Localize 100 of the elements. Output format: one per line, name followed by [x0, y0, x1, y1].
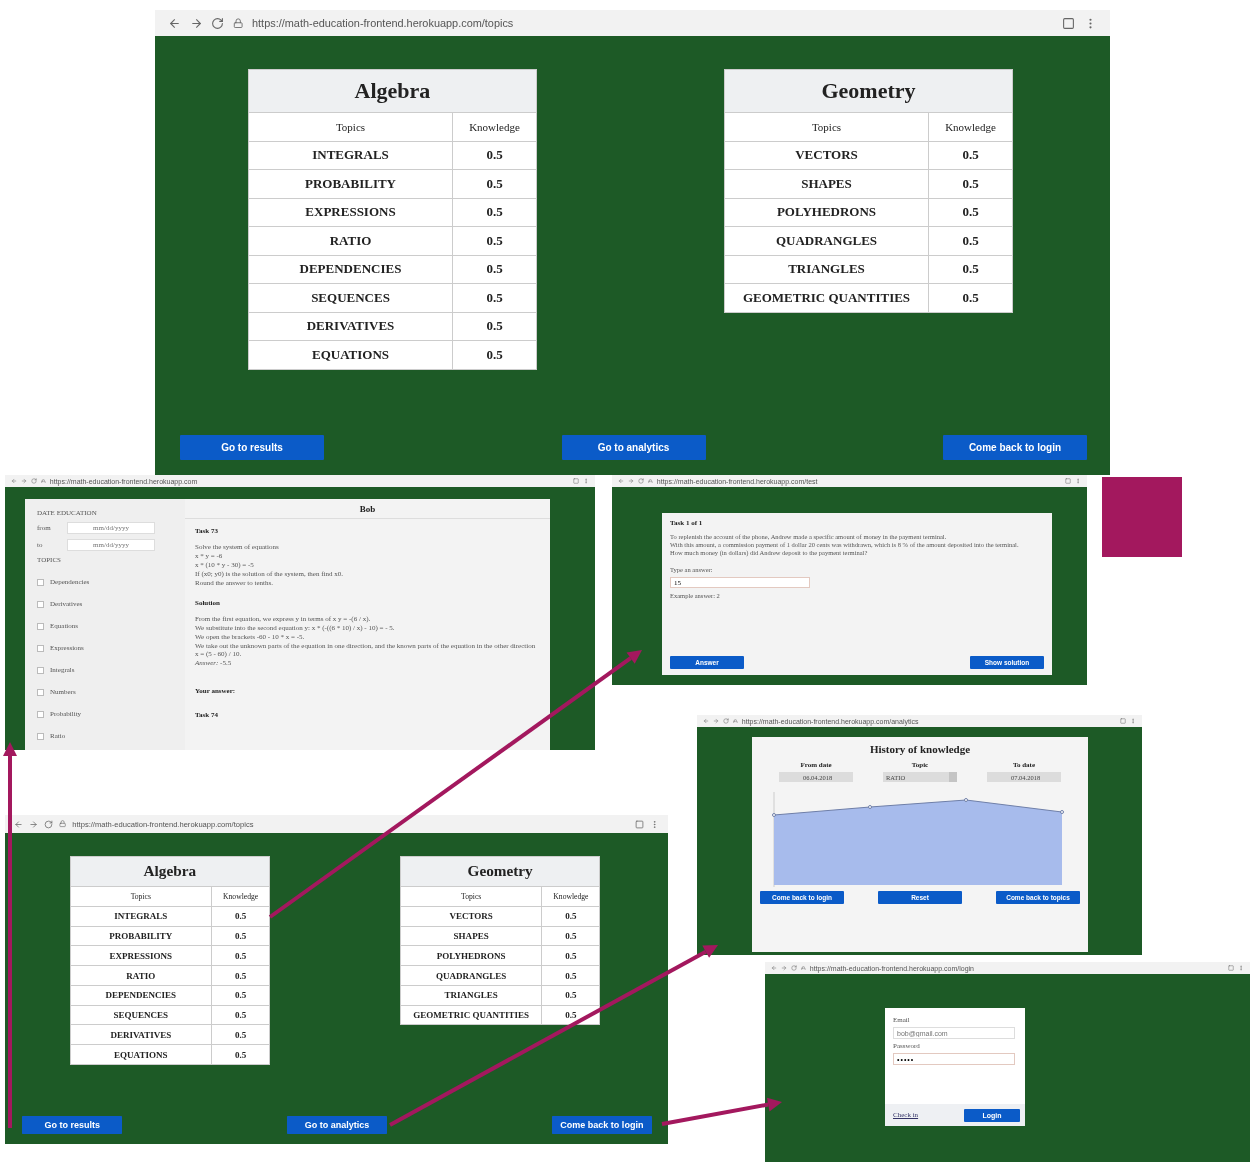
table-cell-text: 0.5: [485, 231, 504, 250]
table-cell-text: 0.5: [233, 910, 248, 924]
checkbox[interactable]: [37, 600, 44, 608]
page-title: History of knowledge: [869, 743, 971, 755]
card-title: Algebra: [70, 856, 270, 887]
table-cell-text: 0.5: [233, 949, 248, 963]
table-cell-text: 0.5: [233, 929, 248, 943]
table-cell-text: 0.5: [485, 174, 504, 193]
lock-icon: [648, 478, 653, 484]
table-cell-text: 0.5: [961, 260, 980, 279]
checkbox[interactable]: [37, 622, 44, 630]
table-cell: SEQUENCES: [70, 1005, 213, 1025]
menu-icon[interactable]: [1075, 478, 1081, 484]
table-cell-text: 0.5: [564, 969, 578, 983]
reload-icon[interactable]: [791, 965, 797, 971]
checkbox[interactable]: [37, 644, 44, 652]
nav-button[interactable]: Come back to login: [943, 435, 1087, 460]
table-cell-text: 0.5: [961, 288, 980, 307]
menu-icon[interactable]: [1130, 718, 1136, 724]
back-icon[interactable]: [703, 718, 709, 724]
table-cell: TRIANGLES: [725, 255, 929, 283]
table-cell-text: 0.5: [564, 910, 578, 924]
back-icon[interactable]: [11, 478, 17, 484]
reload-icon[interactable]: [31, 478, 37, 484]
table-cell-text: 0.5: [485, 345, 504, 364]
table-cell: RATIO: [70, 966, 213, 985]
table-cell: PROBABILITY: [70, 926, 213, 946]
table-cell: QUADRANGLES: [400, 966, 543, 985]
card-title: Geometry: [725, 70, 1012, 112]
forward-icon[interactable]: [189, 16, 203, 30]
user-name: Bob: [185, 499, 550, 519]
nav-button[interactable]: Go to results: [180, 435, 324, 460]
table-cell: PROBABILITY: [249, 170, 453, 198]
table-cell: EXPRESSIONS: [70, 946, 213, 966]
back-icon[interactable]: [618, 478, 624, 484]
table-cell: POLYHEDRONS: [725, 198, 929, 226]
checkbox[interactable]: [37, 688, 44, 696]
table-cell-text: 0.5: [233, 1048, 248, 1062]
table-cell-text: 0.5: [961, 231, 980, 250]
checkbox[interactable]: [37, 666, 44, 674]
table-cell: SHAPES: [725, 170, 929, 198]
checkbox[interactable]: [37, 710, 44, 718]
table-cell-text: 0.5: [485, 146, 504, 165]
table-cell: VECTORS: [400, 906, 543, 926]
table-cell: RATIO: [249, 227, 453, 255]
table-cell-text: 0.5: [485, 317, 504, 336]
extension-icon[interactable]: [1062, 16, 1076, 30]
table-cell: INTEGRALS: [70, 906, 213, 926]
table-cell: QUADRANGLES: [725, 227, 929, 255]
table-cell-text: 0.5: [233, 969, 248, 983]
table-cell: EQUATIONS: [70, 1045, 213, 1064]
menu-icon[interactable]: [1238, 965, 1244, 971]
nav-button[interactable]: Go to analytics: [561, 435, 706, 460]
back-icon[interactable]: [771, 965, 777, 971]
column-header: Topics: [725, 113, 929, 141]
table-cell: EQUATIONS: [249, 341, 453, 369]
table-cell: DEPENDENCIES: [249, 255, 453, 283]
column-header: Topics: [249, 113, 453, 141]
checkbox[interactable]: [37, 578, 44, 586]
column-header: Knowledge: [552, 890, 590, 903]
table-cell: DEPENDENCIES: [70, 985, 213, 1005]
column-header: Topics: [400, 887, 543, 906]
table-cell-text: 0.5: [485, 288, 504, 307]
table-cell-text: 0.5: [564, 989, 578, 1003]
lock-icon: [733, 718, 738, 724]
lock-icon: [801, 965, 806, 971]
nav-button[interactable]: Go to analytics: [287, 1116, 388, 1134]
table-cell: EXPRESSIONS: [249, 198, 453, 226]
checkbox[interactable]: [37, 732, 44, 740]
table-cell-text: 0.5: [564, 929, 578, 943]
menu-icon[interactable]: [583, 478, 589, 484]
table-cell-text: 0.5: [961, 174, 980, 193]
nav-button[interactable]: Come back to login: [551, 1116, 652, 1134]
table-cell-text: 0.5: [233, 989, 248, 1003]
reload-icon[interactable]: [723, 718, 729, 724]
nav-button[interactable]: Go to results: [22, 1116, 123, 1134]
table-cell: GEOMETRIC QUANTITIES: [400, 1005, 543, 1025]
table-cell: SEQUENCES: [249, 284, 453, 312]
table-cell-text: 0.5: [961, 203, 980, 222]
table-cell-text: 0.5: [564, 949, 578, 963]
address-bar[interactable]: https://math-education-frontend.herokuapp.com/topics: [252, 17, 1054, 29]
table-cell-text: 0.5: [233, 1009, 248, 1023]
address-bar[interactable]: https://math-education-frontend.herokuapp.com/topics: [72, 819, 629, 829]
table-cell: POLYHEDRONS: [400, 946, 543, 966]
table-cell: DERIVATIVES: [249, 312, 453, 340]
table-cell-text: 0.5: [233, 1028, 248, 1042]
column-header: Knowledge: [222, 890, 260, 903]
back-icon[interactable]: [168, 16, 181, 30]
table-cell-text: 0.5: [485, 260, 504, 279]
table-cell: DERIVATIVES: [70, 1025, 213, 1045]
card-title: Geometry: [400, 856, 600, 887]
table-cell: VECTORS: [725, 141, 929, 169]
table-cell-text: 0.5: [564, 1009, 578, 1023]
column-header: Topics: [70, 887, 213, 906]
column-header: Knowledge: [944, 119, 997, 135]
card-title: Algebra: [249, 70, 536, 112]
lock-icon: [41, 478, 46, 484]
table-cell-text: 0.5: [961, 146, 980, 165]
reload-icon[interactable]: [211, 16, 225, 30]
reload-icon[interactable]: [638, 478, 644, 484]
